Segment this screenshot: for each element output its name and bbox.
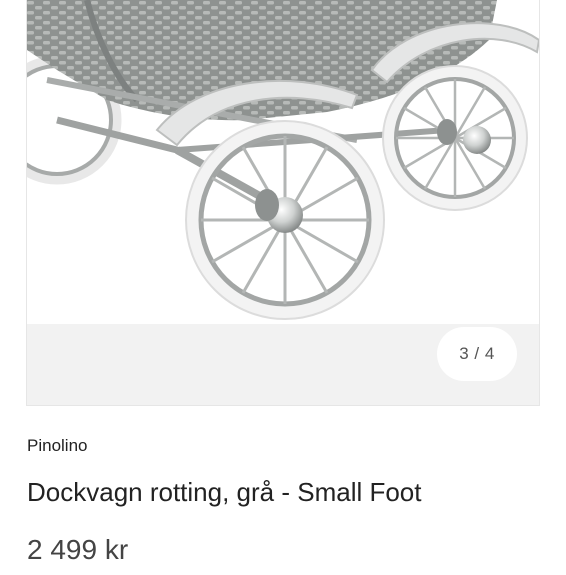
- product-image-gallery[interactable]: 3 / 4: [26, 0, 540, 406]
- product-image[interactable]: [27, 0, 539, 324]
- front-wheel-left: [185, 120, 385, 320]
- pram-illustration: [27, 0, 539, 320]
- front-wheel-right: [382, 65, 528, 211]
- image-counter: 3 / 4: [437, 327, 517, 381]
- product-title: Dockvagn rotting, grå - Small Foot: [27, 477, 422, 507]
- product-price: 2 499 kr: [27, 534, 129, 565]
- product-brand[interactable]: Pinolino: [27, 436, 88, 456]
